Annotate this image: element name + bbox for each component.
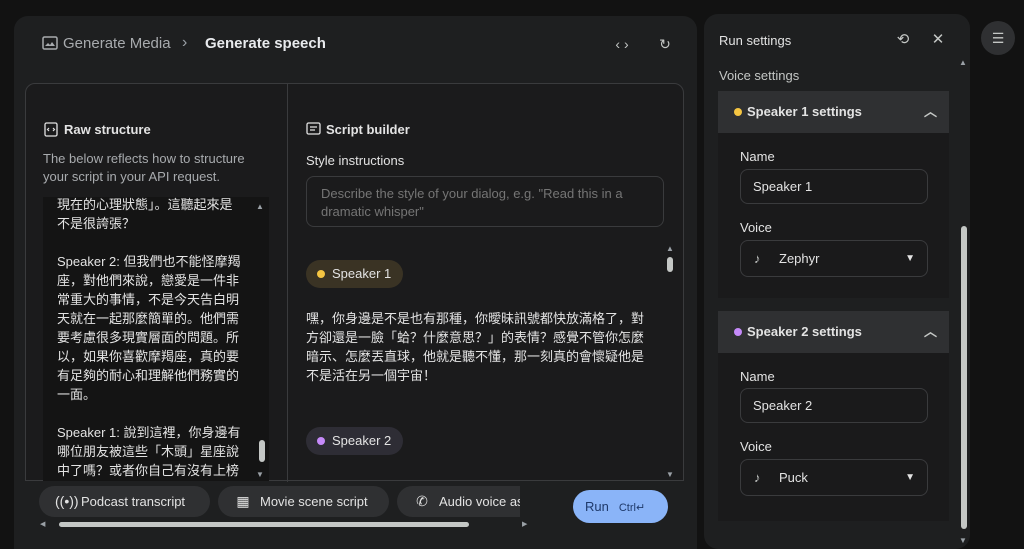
phone-icon: ✆	[416, 493, 428, 509]
podcast-icon: ((•))	[55, 493, 79, 509]
speaker-1-voice-label: Voice	[740, 220, 772, 235]
chips-scrollbar-thumb[interactable]	[59, 522, 469, 527]
code-file-icon	[44, 122, 58, 137]
run-shortcut: Ctrl↵	[618, 502, 646, 514]
raw-structure-heading: Raw structure	[44, 122, 151, 137]
page-title: Generate speech	[205, 35, 326, 52]
speaker-1-name-input[interactable]	[740, 169, 928, 204]
voice-icon: ♪	[754, 251, 761, 266]
breadcrumb-generate-media[interactable]: Generate Media	[63, 35, 171, 52]
speaker-1-dot	[317, 270, 325, 278]
speaker-2-settings-title: Speaker 2 settings	[747, 324, 862, 339]
speaker-1-voice-value: Zephyr	[779, 251, 820, 266]
speaker-1-settings-header[interactable]: Speaker 1 settings ︿	[718, 91, 949, 133]
script-builder-title: Script builder	[326, 122, 410, 137]
speaker-1-chip-label: Speaker 1	[332, 266, 392, 281]
script-scroll-up-arrow[interactable]: ▲	[666, 244, 674, 253]
clapperboard-icon: ▦	[236, 493, 250, 509]
speaker-2-settings-header[interactable]: Speaker 2 settings ︿	[718, 311, 949, 353]
speaker-2-voice-select[interactable]: ♪ Puck ▼	[740, 459, 928, 496]
scroll-down-arrow[interactable]: ▼	[256, 470, 264, 479]
podcast-transcript-label: Podcast transcript	[81, 494, 186, 509]
speaker-2-voice-label: Voice	[740, 439, 772, 454]
speaker-2-dot	[317, 437, 325, 445]
script-builder-heading: Script builder	[306, 122, 410, 137]
speaker-2-name-input[interactable]	[740, 388, 928, 423]
script-scrollbar-thumb[interactable]	[667, 257, 673, 272]
dropdown-arrow-icon: ▼	[905, 472, 915, 483]
editor-area: Raw structure The below reflects how to …	[25, 83, 684, 482]
media-icon	[42, 36, 58, 50]
run-button[interactable]: Run Ctrl↵	[573, 490, 668, 523]
run-settings-panel: Run settings ⟲ ✕ Voice settings Speaker …	[704, 14, 970, 549]
chips-scrollbar[interactable]	[51, 522, 518, 527]
speaker-1-chip[interactable]: Speaker 1	[306, 260, 404, 288]
script-icon	[306, 122, 321, 135]
breadcrumb-separator: ›	[182, 34, 188, 51]
settings-scroll-up-arrow[interactable]: ▲	[959, 58, 967, 67]
raw-structure-textarea[interactable]: 現在的心理狀態」。這聽起來是不是很誇張？ Speaker 2: 但我們也不能怪摩…	[43, 197, 269, 481]
speaker-2-chip[interactable]: Speaker 2	[306, 427, 404, 455]
speaker-2-voice-value: Puck	[779, 470, 808, 485]
speaker-1-settings-title: Speaker 1 settings	[747, 104, 862, 119]
run-settings-title: Run settings	[719, 33, 792, 48]
podcast-transcript-chip[interactable]: ((•)) Podcast transcript	[39, 486, 210, 517]
settings-scrollbar-thumb[interactable]	[961, 226, 967, 529]
speaker-2-name-label: Name	[740, 369, 775, 384]
script-scroll-down-arrow[interactable]: ▼	[666, 470, 674, 479]
tune-settings-icon[interactable]: ☰	[981, 21, 1015, 55]
speaker-1-voice-select[interactable]: ♪ Zephyr ▼	[740, 240, 928, 277]
chevron-up-icon[interactable]: ︿	[924, 311, 937, 353]
speaker-1-name-label: Name	[740, 149, 775, 164]
voice-settings-label: Voice settings	[719, 68, 800, 83]
close-icon[interactable]: ✕	[929, 31, 947, 49]
speaker-2-chip-label: Speaker 2	[332, 433, 392, 448]
style-instructions-input[interactable]	[306, 176, 664, 227]
audio-voice-assistant-label: Audio voice assistant	[439, 494, 520, 509]
main-panel: Generate Media › Generate speech ‹ › ↻ R…	[14, 16, 697, 549]
voice-icon: ♪	[754, 470, 761, 485]
chevron-up-icon[interactable]: ︿	[924, 91, 937, 133]
code-icon[interactable]: ‹ ›	[612, 34, 632, 54]
run-button-label: Run	[585, 499, 609, 514]
column-divider	[287, 84, 288, 482]
chips-scroll-right-arrow[interactable]: ▶	[522, 520, 527, 528]
refresh-icon[interactable]: ↻	[655, 34, 675, 54]
speaker-1-settings-dot	[734, 108, 742, 116]
movie-scene-script-label: Movie scene script	[260, 494, 368, 509]
raw-structure-description: The below reflects how to structure your…	[43, 151, 245, 184]
raw-structure-title: Raw structure	[64, 122, 151, 137]
reset-settings-icon[interactable]: ⟲	[894, 31, 912, 49]
speaker-2-settings-dot	[734, 328, 742, 336]
topbar: Generate Media › Generate speech ‹ › ↻	[14, 16, 697, 70]
chips-scroll-left-arrow[interactable]: ◀	[40, 520, 45, 528]
settings-scroll-down-arrow[interactable]: ▼	[959, 536, 967, 545]
style-instructions-label: Style instructions	[306, 153, 405, 168]
dialog-line-text[interactable]: 嘿，你身邊是不是也有那種，你曖昧訊號都快放滿格了，對方卻還是一臉「蛤？什麼意思？…	[306, 309, 651, 385]
raw-structure-text: 現在的心理狀態」。這聽起來是不是很誇張？ Speaker 2: 但我們也不能怪摩…	[57, 197, 241, 478]
raw-scrollbar-thumb[interactable]	[259, 440, 265, 462]
audio-voice-assistant-chip[interactable]: ✆ Audio voice assistant	[397, 486, 520, 517]
dropdown-arrow-icon: ▼	[905, 253, 915, 264]
scroll-up-arrow[interactable]: ▲	[256, 202, 264, 211]
movie-scene-script-chip[interactable]: ▦ Movie scene script	[218, 486, 389, 517]
template-chips: ((•)) Podcast transcript ▦ Movie scene s…	[39, 486, 520, 520]
